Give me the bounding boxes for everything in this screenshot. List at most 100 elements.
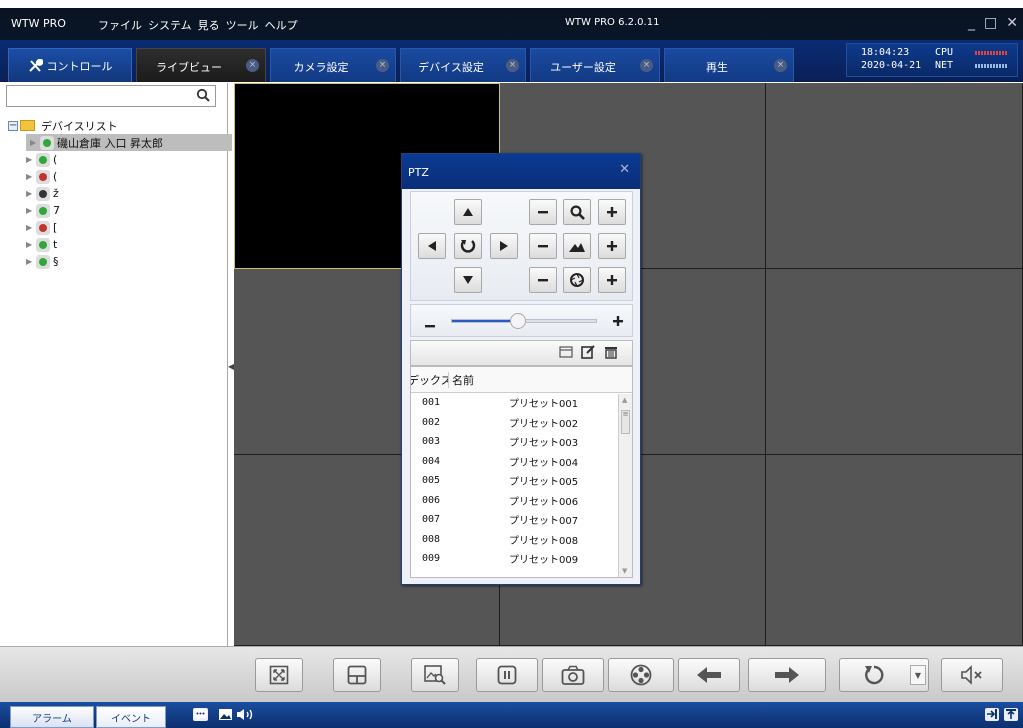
focus-mountain-icon bbox=[569, 243, 585, 252]
col-index-header[interactable]: インデックス bbox=[411, 371, 449, 388]
scroll-up-icon[interactable]: ▲ bbox=[622, 396, 627, 404]
chat-icon[interactable] bbox=[193, 708, 208, 721]
pause-button[interactable] bbox=[476, 658, 538, 692]
tab-device-settings[interactable]: デバイス設定 × bbox=[400, 48, 526, 82]
focus-button[interactable] bbox=[563, 233, 591, 259]
expand-arrow-icon[interactable]: ▶ bbox=[26, 172, 34, 181]
preset-row[interactable]: 003 プリセット003 bbox=[411, 432, 632, 452]
menu-view[interactable]: 見る bbox=[198, 17, 220, 33]
minimize-button[interactable]: _ bbox=[968, 15, 975, 31]
auto-pan-button[interactable] bbox=[454, 233, 482, 259]
mute-button[interactable] bbox=[941, 658, 1003, 692]
maximize-button[interactable]: □ bbox=[984, 15, 997, 31]
pan-up-button[interactable] bbox=[454, 199, 482, 225]
iris-plus-button[interactable] bbox=[598, 267, 626, 293]
speed-slider-thumb[interactable] bbox=[509, 313, 526, 329]
preset-row[interactable]: 006 プリセット006 bbox=[411, 491, 632, 511]
alarm-tab[interactable]: アラーム bbox=[10, 706, 94, 728]
pan-down-button[interactable] bbox=[454, 267, 482, 293]
preset-row[interactable]: 005 プリセット005 bbox=[411, 471, 632, 491]
scroll-down-icon[interactable]: ▼ bbox=[622, 567, 627, 575]
device-search-input[interactable] bbox=[7, 86, 187, 106]
zoom-out-button[interactable] bbox=[529, 199, 557, 225]
tab-user-settings-close-icon[interactable]: × bbox=[640, 59, 653, 72]
fullscreen-button[interactable] bbox=[255, 658, 303, 692]
expand-arrow-icon[interactable]: ▶ bbox=[30, 138, 38, 147]
ptz-close-button[interactable]: ✕ bbox=[619, 162, 630, 177]
tab-camera-settings-close-icon[interactable]: × bbox=[376, 59, 389, 72]
menu-system[interactable]: システム bbox=[148, 17, 192, 33]
speaker-icon[interactable] bbox=[236, 708, 256, 721]
video-cell[interactable] bbox=[766, 83, 1023, 269]
event-tab[interactable]: イベント bbox=[96, 706, 166, 728]
preset-row[interactable]: 001 プリセット001 bbox=[411, 393, 632, 413]
tab-live-view[interactable]: ライブビュー × bbox=[136, 48, 266, 82]
pan-left-button[interactable] bbox=[418, 233, 446, 259]
tree-device[interactable]: ▶ 7 bbox=[8, 202, 232, 219]
sequence-button[interactable]: ▼ bbox=[839, 658, 929, 692]
preset-scrollbar[interactable]: ▲ ≡ ▼ bbox=[618, 394, 632, 577]
tab-camera-settings[interactable]: カメラ設定 × bbox=[270, 48, 396, 82]
menu-help[interactable]: ヘルプ bbox=[265, 17, 298, 33]
preset-row[interactable]: 007 プリセット007 bbox=[411, 510, 632, 530]
preset-row[interactable]: 002 プリセット002 bbox=[411, 413, 632, 433]
expand-arrow-icon[interactable]: ▶ bbox=[26, 257, 34, 266]
tab-playback-close-icon[interactable]: × bbox=[774, 59, 787, 72]
menu-tools[interactable]: ツール bbox=[226, 17, 259, 33]
expand-arrow-icon[interactable]: ▶ bbox=[26, 155, 34, 164]
focus-plus-button[interactable] bbox=[598, 233, 626, 259]
zoom-button[interactable] bbox=[563, 199, 591, 225]
expand-arrow-icon[interactable]: ▶ bbox=[26, 223, 34, 232]
search-icon[interactable] bbox=[196, 88, 210, 106]
iris-button[interactable] bbox=[563, 267, 591, 293]
layout-button[interactable] bbox=[333, 658, 381, 692]
expand-arrow-icon[interactable]: ▶ bbox=[26, 240, 34, 249]
dock-up-icon[interactable] bbox=[1004, 708, 1018, 721]
tree-root[interactable]: − デバイスリスト bbox=[8, 117, 232, 134]
preset-row[interactable]: 009 プリセット009 bbox=[411, 549, 632, 569]
image-icon[interactable] bbox=[218, 708, 233, 721]
tree-device[interactable]: ▶ ( bbox=[8, 151, 232, 168]
video-cell[interactable] bbox=[766, 269, 1023, 455]
expand-arrow-icon[interactable]: ▶ bbox=[26, 189, 34, 198]
tree-device[interactable]: ▶ ( bbox=[8, 168, 232, 185]
tab-user-settings[interactable]: ユーザー設定 × bbox=[530, 48, 660, 82]
dock-left-icon[interactable] bbox=[985, 708, 999, 721]
zoom-in-button[interactable] bbox=[598, 199, 626, 225]
plus-icon bbox=[607, 241, 617, 251]
dropdown-arrow-icon[interactable]: ▼ bbox=[910, 665, 926, 685]
image-search-button[interactable] bbox=[411, 658, 459, 692]
preset-edit-icon[interactable] bbox=[581, 345, 595, 363]
speed-slider[interactable] bbox=[451, 313, 597, 329]
tree-device[interactable]: ▶ [ bbox=[8, 219, 232, 236]
menu-file[interactable]: ファイル bbox=[98, 17, 142, 33]
speed-decrease-button[interactable] bbox=[425, 319, 435, 332]
expand-arrow-icon[interactable]: ▶ bbox=[26, 206, 34, 215]
iris-minus-button[interactable] bbox=[529, 267, 557, 293]
collapse-icon[interactable]: − bbox=[8, 120, 18, 131]
video-cell[interactable] bbox=[766, 455, 1023, 646]
preset-add-icon[interactable] bbox=[559, 345, 573, 363]
col-name-header[interactable]: 名前 bbox=[449, 372, 474, 388]
close-window-button[interactable]: ✕ bbox=[1006, 15, 1018, 31]
focus-minus-button[interactable] bbox=[529, 233, 557, 259]
preset-delete-icon[interactable] bbox=[604, 345, 618, 363]
tree-device[interactable]: ▶ t bbox=[8, 236, 232, 253]
scroll-thumb[interactable]: ≡ bbox=[621, 410, 630, 434]
snapshot-button[interactable] bbox=[542, 658, 604, 692]
tab-control[interactable]: コントロール bbox=[8, 48, 132, 82]
preset-row[interactable]: 008 プリセット008 bbox=[411, 530, 632, 550]
speed-increase-button[interactable] bbox=[613, 316, 623, 329]
preset-name: プリセット001 bbox=[509, 399, 579, 411]
next-button[interactable] bbox=[748, 658, 826, 692]
tab-playback[interactable]: 再生 × bbox=[664, 48, 794, 82]
tab-device-settings-close-icon[interactable]: × bbox=[506, 59, 519, 72]
tab-live-view-close-icon[interactable]: × bbox=[246, 59, 259, 72]
tree-device[interactable]: ▶ § bbox=[8, 253, 232, 270]
previous-button[interactable] bbox=[678, 658, 740, 692]
tree-device-selected[interactable]: ▶ 磯山倉庫 入口 昇太郎 bbox=[26, 134, 232, 151]
tree-device[interactable]: ▶ ž bbox=[8, 185, 232, 202]
preset-row[interactable]: 004 プリセット004 bbox=[411, 452, 632, 472]
pan-right-button[interactable] bbox=[490, 233, 518, 259]
record-button[interactable] bbox=[608, 658, 674, 692]
